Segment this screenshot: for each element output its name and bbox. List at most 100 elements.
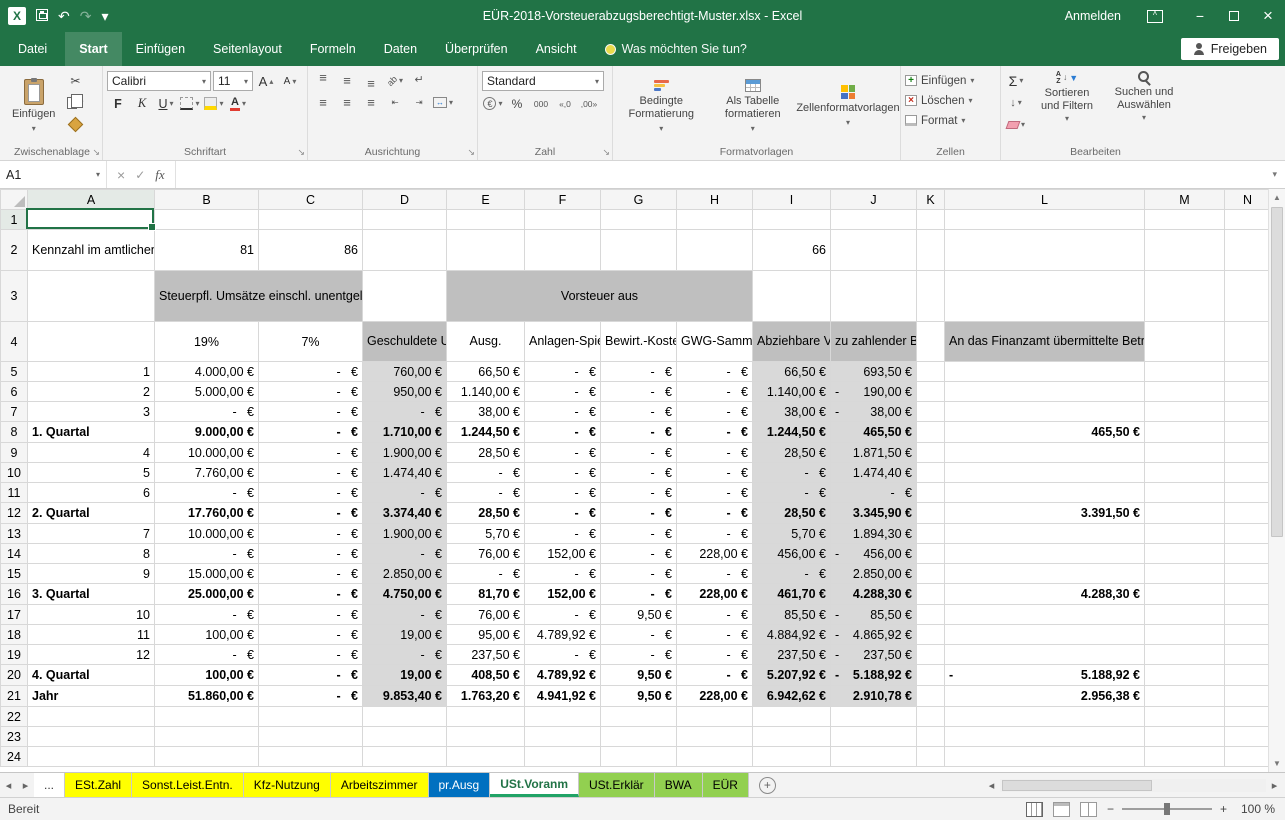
cell-E9[interactable]: 28,50 € [447,443,525,463]
cell-B17[interactable]: - € [155,605,259,625]
cell-A24[interactable] [28,747,155,767]
bold-button[interactable]: F [107,94,129,113]
new-sheet-button[interactable]: + [759,777,776,794]
row-header-19[interactable]: 19 [1,645,28,665]
cell-H16[interactable]: 228,00 € [677,584,753,605]
vertical-scrollbar[interactable]: ▲ ▼ [1268,189,1285,772]
cell-F23[interactable] [525,727,601,747]
cell-M13[interactable] [1145,524,1225,544]
cell-C15[interactable]: - € [259,564,363,584]
sheet-tab-est-zahl[interactable]: ESt.Zahl [65,773,132,797]
page-layout-view-icon[interactable] [1053,802,1070,817]
cell-L9[interactable] [945,443,1145,463]
cell-H24[interactable] [677,747,753,767]
cell-E20[interactable]: 408,50 € [447,665,525,686]
cell-L1[interactable] [945,210,1145,230]
accounting-format-button[interactable]: €▾ [482,94,504,113]
cell-H14[interactable]: 228,00 € [677,544,753,564]
sheet-tab-eür[interactable]: EÜR [703,773,749,797]
row-header-18[interactable]: 18 [1,625,28,645]
column-header-G[interactable]: G [601,190,677,210]
cell-E7[interactable]: 38,00 € [447,402,525,422]
cell-A10[interactable]: 5 [28,463,155,483]
cell-A11[interactable]: 6 [28,483,155,503]
cell-C17[interactable]: - € [259,605,363,625]
cell-E14[interactable]: 76,00 € [447,544,525,564]
column-header-L[interactable]: L [945,190,1145,210]
cell-L3[interactable] [945,271,1145,322]
enter-icon[interactable]: ✓ [135,168,145,182]
row-header-20[interactable]: 20 [1,665,28,686]
cell-A3[interactable] [28,271,155,322]
column-header-D[interactable]: D [363,190,447,210]
cell-N6[interactable] [1225,382,1269,402]
cell-A12[interactable]: 2. Quartal [28,503,155,524]
cell-K6[interactable] [917,382,945,402]
cell-E13[interactable]: 5,70 € [447,524,525,544]
cell-L16[interactable]: 4.288,30 € [945,584,1145,605]
cell-J20[interactable]: -5.188,92 € [831,665,917,686]
cell-I19[interactable]: 237,50 € [753,645,831,665]
cell-D22[interactable] [363,707,447,727]
cell-K4[interactable] [917,322,945,362]
cell-K1[interactable] [917,210,945,230]
sheet-tab-pr-ausg[interactable]: pr.Ausg [429,773,491,797]
align-middle-button[interactable]: ≡ [336,71,358,90]
cell-C14[interactable]: - € [259,544,363,564]
comma-style-button[interactable]: 000 [530,94,552,113]
cell-B3[interactable]: Steuerpfl. Umsätze einschl. unentgeltlic… [155,271,363,322]
cell-K22[interactable] [917,707,945,727]
cell-C5[interactable]: - € [259,362,363,382]
cell-L15[interactable] [945,564,1145,584]
cell-G17[interactable]: 9,50 € [601,605,677,625]
cell-J23[interactable] [831,727,917,747]
cell-I16[interactable]: 461,70 € [753,584,831,605]
cell-F13[interactable]: - € [525,524,601,544]
row-header-5[interactable]: 5 [1,362,28,382]
cell-E11[interactable]: - € [447,483,525,503]
share-button[interactable]: Freigeben [1181,38,1279,60]
cell-N19[interactable] [1225,645,1269,665]
cell-G24[interactable] [601,747,677,767]
decrease-decimal-button[interactable]: ,00» [578,94,600,113]
cell-E8[interactable]: 1.244,50 € [447,422,525,443]
excel-logo-icon[interactable]: X [8,7,26,25]
cell-D3[interactable] [363,271,447,322]
cell-A13[interactable]: 7 [28,524,155,544]
row-header-6[interactable]: 6 [1,382,28,402]
cell-C24[interactable] [259,747,363,767]
cell-C20[interactable]: - € [259,665,363,686]
cell-K24[interactable] [917,747,945,767]
cell-I1[interactable] [753,210,831,230]
cell-M2[interactable] [1145,230,1225,271]
cell-G22[interactable] [601,707,677,727]
cell-L7[interactable] [945,402,1145,422]
cell-A7[interactable]: 3 [28,402,155,422]
cell-G11[interactable]: - € [601,483,677,503]
cell-M9[interactable] [1145,443,1225,463]
cell-G14[interactable]: - € [601,544,677,564]
sheet-tab-ust-voranm[interactable]: USt.Voranm [490,773,579,797]
cell-N3[interactable] [1225,271,1269,322]
sign-in-button[interactable]: Anmelden [1065,9,1121,23]
cell-K2[interactable] [917,230,945,271]
cell-C6[interactable]: - € [259,382,363,402]
cell-N13[interactable] [1225,524,1269,544]
cell-I6[interactable]: 1.140,00 € [753,382,831,402]
cell-M23[interactable] [1145,727,1225,747]
cell-D16[interactable]: 4.750,00 € [363,584,447,605]
increase-decimal-button[interactable]: «,0 [554,94,576,113]
cell-J18[interactable]: -4.865,92 € [831,625,917,645]
cell-D14[interactable]: - € [363,544,447,564]
cell-C23[interactable] [259,727,363,747]
cell-E19[interactable]: 237,50 € [447,645,525,665]
cell-J2[interactable] [831,230,917,271]
row-header-15[interactable]: 15 [1,564,28,584]
cell-H13[interactable]: - € [677,524,753,544]
cell-N9[interactable] [1225,443,1269,463]
cell-M24[interactable] [1145,747,1225,767]
cell-N5[interactable] [1225,362,1269,382]
cell-J17[interactable]: -85,50 € [831,605,917,625]
cell-D23[interactable] [363,727,447,747]
cell-G6[interactable]: - € [601,382,677,402]
